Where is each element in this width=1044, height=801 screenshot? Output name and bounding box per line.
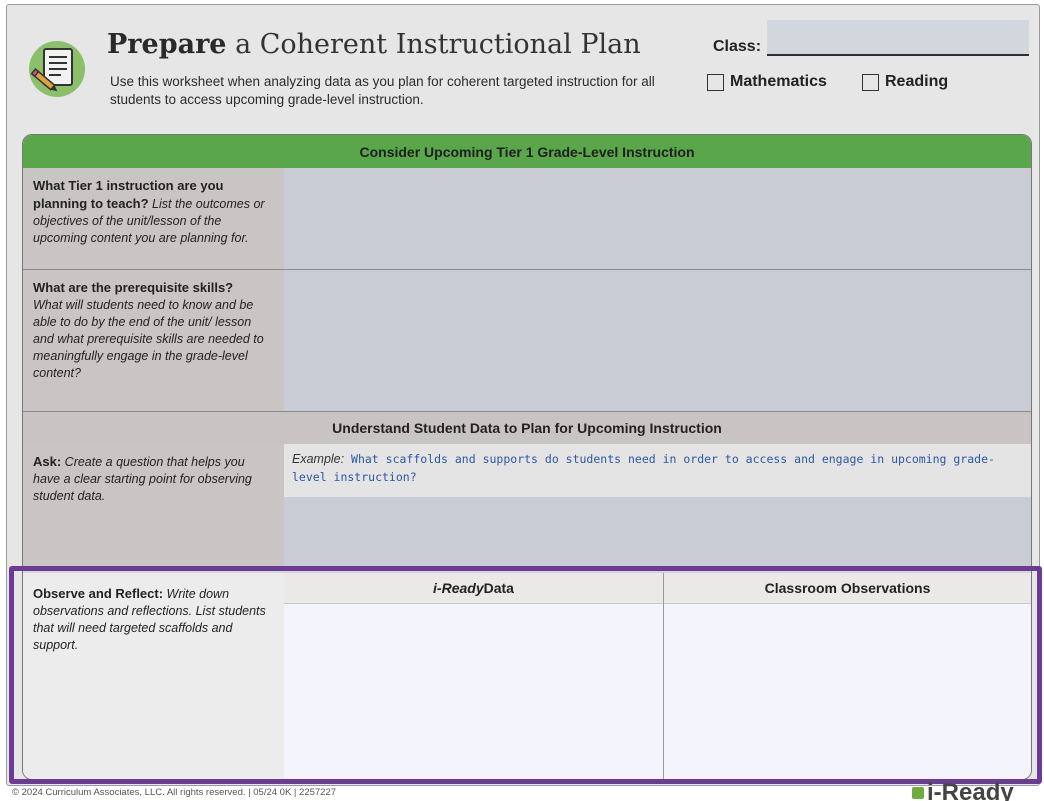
page-subtitle: Use this worksheet when analyzing data a… xyxy=(110,74,655,107)
mathematics-label: Mathematics xyxy=(730,73,827,90)
footer-copyright: © 2024 Curriculum Associates, LLC. All r… xyxy=(12,787,337,798)
ask-label: Ask: xyxy=(33,454,62,469)
iready-data-column[interactable]: i-Ready Data xyxy=(284,573,664,779)
reading-label: Reading xyxy=(885,73,949,90)
prereq-hint: What will students need to know and be a… xyxy=(33,298,264,380)
planning-table: Consider Upcoming Tier 1 Grade-Level Ins… xyxy=(22,134,1032,780)
class-input[interactable] xyxy=(767,20,1029,56)
ask-hint: Create a question that helps you have a … xyxy=(33,455,252,503)
title-strong: Prepare xyxy=(107,29,227,60)
tier1-question-cell: What Tier 1 instruction are you planning… xyxy=(23,168,284,269)
observe-hint-rest: observations and reflections. List stude… xyxy=(33,604,266,652)
example-label: Example: xyxy=(292,452,345,466)
classroom-observations-header: Classroom Observations xyxy=(664,573,1031,604)
mathematics-option[interactable]: Mathematics xyxy=(707,73,827,91)
example-text: What scaffolds and supports do students … xyxy=(292,452,995,484)
iready-brand: i-Ready xyxy=(433,580,484,596)
prereq-answer-field[interactable] xyxy=(284,270,1031,411)
observe-hint-italic: Write down xyxy=(163,587,230,601)
reading-option[interactable]: Reading xyxy=(862,73,948,91)
ask-question-cell: Ask: Create a question that helps you ha… xyxy=(23,444,284,567)
class-label: Class: xyxy=(713,38,762,55)
ask-example: Example: What scaffolds and supports do … xyxy=(284,444,1031,497)
prereq-question-cell: What are the prerequisite skills? What w… xyxy=(23,270,284,411)
observe-label: Observe and Reflect: xyxy=(33,586,164,601)
classroom-observations-column[interactable]: Classroom Observations xyxy=(664,573,1031,779)
data-word: Data xyxy=(483,580,514,596)
iready-logo: i-Ready xyxy=(912,781,1032,801)
page-title: Prepare a Coherent Instructional Plan xyxy=(107,29,641,60)
prereq-question: What are the prerequisite skills? xyxy=(33,280,234,295)
iready-logo-text: i-Ready xyxy=(927,781,1014,801)
reading-checkbox[interactable] xyxy=(862,73,879,91)
observe-question-cell: Observe and Reflect: Write down observat… xyxy=(23,573,284,779)
section-heading-data: Understand Student Data to Plan for Upco… xyxy=(23,411,1031,444)
mathematics-checkbox[interactable] xyxy=(707,73,724,91)
tier1-answer-field[interactable] xyxy=(284,168,1031,269)
iready-data-header: i-Ready Data xyxy=(284,573,663,604)
title-rest: a Coherent Instructional Plan xyxy=(226,29,641,60)
iready-logo-icon xyxy=(912,787,924,799)
section-heading-tier1: Consider Upcoming Tier 1 Grade-Level Ins… xyxy=(23,135,1031,168)
document-pencil-icon xyxy=(29,41,85,97)
